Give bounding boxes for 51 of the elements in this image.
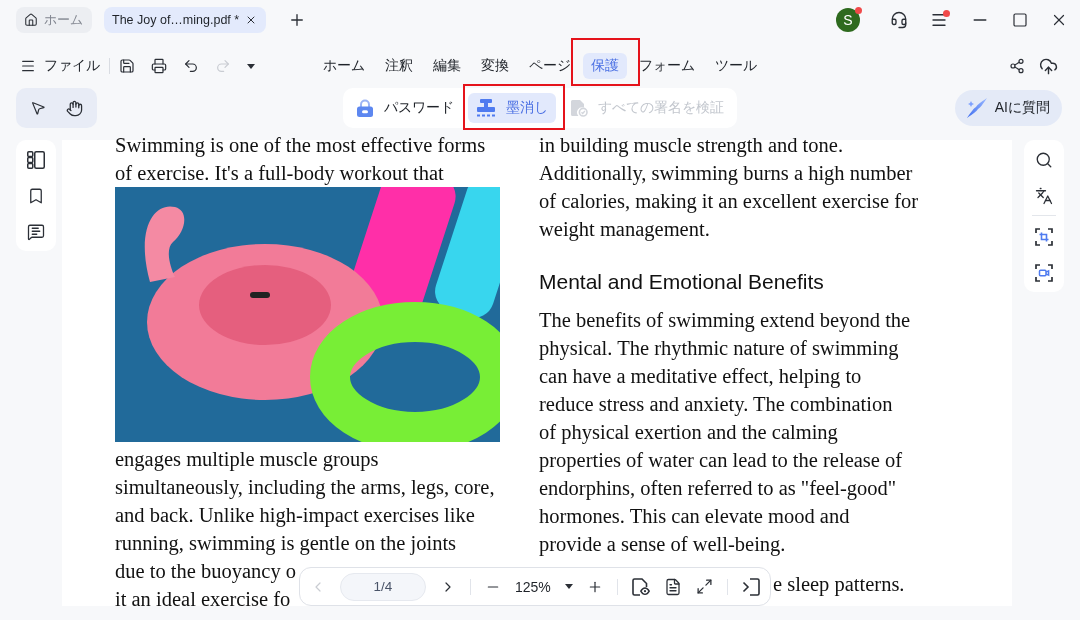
caret-icon [564,584,573,589]
document-eye-icon[interactable] [631,577,650,596]
cloud-upload-icon[interactable] [1039,56,1058,76]
paragraph: The benefits of swimming extend beyond the physical. The rhythmic nature of swimming can have a meditative effect, helping to reduce stress and anxiety. The combination of physical exertion and the calming properties of water can lead to the release of endorphins, often referred to as "feel-good" hormones. This can elevate mood and provide a sense of well-being. [539,308,911,558]
pointer-icon[interactable] [30,100,46,116]
page-number-field[interactable]: 1/4 [340,572,426,601]
sparkle-icon [966,98,987,118]
ribbon-tab[interactable]: 変換 [473,53,517,79]
document-check-icon [570,99,588,117]
bookmark-icon[interactable] [27,187,45,205]
menu-icon[interactable] [930,11,948,29]
ribbon-tab[interactable]: 保護 [583,53,627,79]
ribbon-tab[interactable]: 注釈 [377,53,421,79]
search-icon[interactable] [1035,151,1053,169]
paragraph: due to the buoyancy o it an ideal exercise fo [115,559,297,612]
fullscreen-icon[interactable] [695,578,713,595]
ribbon-tab[interactable]: ツール [707,53,765,79]
paragraph: in building muscle strength and tone. Additionally, swimming burns a high number of calories, making it an excellent exercise for weight management. [539,133,919,243]
password-button[interactable]: パスワード [348,93,462,123]
lock-icon [356,99,374,117]
account-avatar[interactable]: S [836,8,860,32]
home-icon [24,13,38,27]
ask-ai-button[interactable]: AIに質問 [954,90,1062,126]
stamp-icon [476,99,496,117]
redact-button[interactable]: 墨消し [468,93,556,123]
file-menu-button[interactable]: ファイル [20,52,100,80]
thumbnails-icon[interactable] [27,151,45,169]
print-icon[interactable] [151,58,167,74]
menu-icon [20,58,36,74]
ribbon-tab[interactable]: ページ [521,53,579,79]
crop-icon[interactable] [1035,228,1053,246]
section-heading: Mental and Emotional Benefits [539,269,824,295]
ribbon-tab[interactable]: ホーム [315,53,373,79]
screen-record-icon[interactable] [1035,264,1053,282]
caret-icon[interactable] [247,63,255,69]
comment-icon[interactable] [27,223,45,241]
zoom-dropdown[interactable]: 125% [515,578,573,595]
paragraph: Swimming is one of the most effective forms of exercise. It's a full-body workout that [115,133,486,187]
headset-icon[interactable] [890,11,908,29]
save-icon[interactable] [119,58,135,74]
ribbon-tab[interactable]: 編集 [425,53,469,79]
hand-icon[interactable] [66,99,83,117]
undo-icon[interactable] [183,58,199,74]
document-icon[interactable] [663,577,682,596]
maximize-icon[interactable] [1012,12,1028,28]
translate-icon[interactable] [1035,187,1053,205]
document-tab[interactable]: The Joy of…ming.pdf * [104,7,267,33]
exit-icon[interactable] [741,577,760,596]
ribbon-tab[interactable]: フォーム [631,53,703,79]
text-line: e sleep patterns. [773,572,905,598]
share-icon[interactable] [1009,58,1025,74]
